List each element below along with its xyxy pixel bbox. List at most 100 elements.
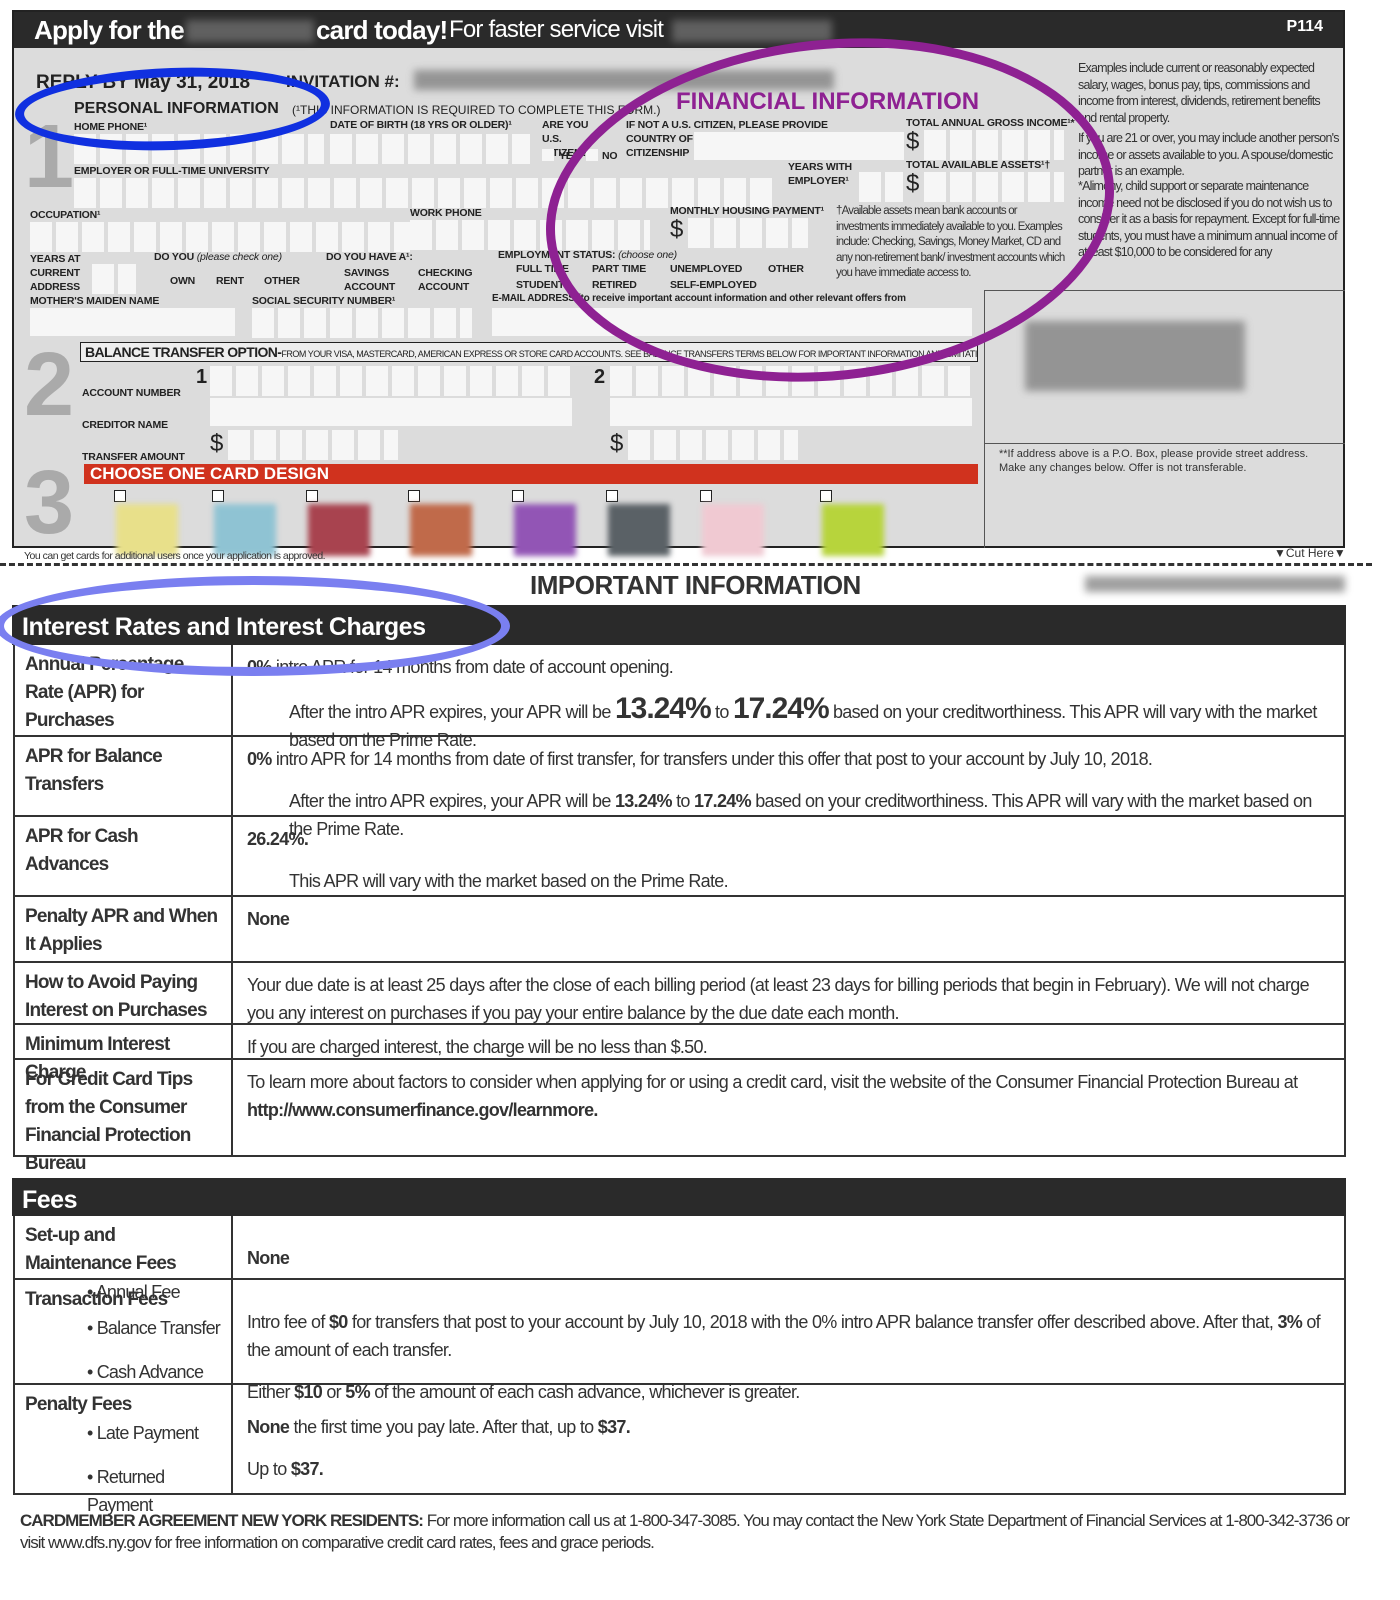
account-number-2-input[interactable]	[610, 366, 972, 396]
additional-users-note: You can get cards for additional users o…	[24, 550, 326, 562]
income-label: TOTAL ANNUAL GROSS INCOME¹*	[906, 117, 1075, 129]
row-label: APR for Balance Transfers	[15, 737, 233, 815]
years-employer-label: YEARS WITH EMPLOYER¹	[788, 161, 852, 187]
other-employment-option[interactable]: OTHER	[768, 262, 804, 276]
card-design-checkbox[interactable]	[820, 490, 832, 502]
invitation-label: INVITATION #:	[286, 72, 400, 91]
citizen-yes-checkbox[interactable]	[542, 149, 554, 161]
row-value: If you are charged interest, the charge …	[233, 1025, 1344, 1058]
row-value: None the first time you pay late. After …	[233, 1385, 1344, 1493]
self-employed-option[interactable]: SELF-EMPLOYED	[670, 278, 757, 292]
home-phone-input[interactable]	[74, 134, 324, 164]
text-segment: After the intro APR expires, your APR wi…	[289, 791, 615, 811]
country-input[interactable]	[694, 132, 904, 160]
income-note-3: *Alimony, child support or separate main…	[1078, 179, 1340, 259]
text-segment: to	[710, 702, 733, 722]
row-label: Set-up and Maintenance Fees • Annual Fee	[15, 1216, 233, 1302]
row-sublabel: • Cash Advance	[87, 1362, 204, 1382]
text-segment: This APR will vary with the market based…	[289, 871, 729, 891]
apply-title: Apply for the	[34, 15, 185, 45]
cut-line	[0, 563, 1372, 566]
footer-note: CARDMEMBER AGREEMENT NEW YORK RESIDENTS:…	[20, 1510, 1360, 1554]
not-citizen-label: IF NOT A U.S. CITIZEN, PLEASE PROVIDE	[626, 119, 828, 131]
dob-input[interactable]	[330, 134, 530, 164]
email-label: E-MAIL ADDRESS (to receive important acc…	[492, 293, 906, 304]
dollar-sign: $	[610, 430, 624, 457]
account-number-1-input[interactable]	[210, 366, 570, 396]
no-label: NO	[602, 150, 618, 162]
email-input[interactable]	[492, 308, 972, 336]
assets-input[interactable]	[924, 172, 1064, 202]
row-label-text: Penalty APR and When It Applies	[25, 906, 218, 955]
occupation-input[interactable]	[30, 222, 410, 252]
full-time-option[interactable]: FULL TIME	[516, 262, 569, 276]
card-design-checkbox[interactable]	[606, 490, 618, 502]
card-design-checkbox[interactable]	[512, 490, 524, 502]
occupation-label: OCCUPATION¹	[30, 209, 101, 221]
years-address-input[interactable]	[92, 264, 136, 294]
row-sublabel: • Late Payment	[87, 1423, 199, 1443]
text-segment: Up to	[247, 1459, 291, 1479]
section-2-number: 2	[24, 335, 75, 435]
text-segment: the first time you pay late. After that,…	[289, 1417, 598, 1437]
other-option[interactable]: OTHER	[264, 274, 300, 288]
dob-label: DATE OF BIRTH (18 YRS OR OLDER)¹	[330, 119, 512, 131]
row-label: How to Avoid Paying Interest on Purchase…	[15, 963, 233, 1023]
housing-input[interactable]	[688, 218, 808, 248]
bold-value: 0%	[247, 749, 272, 769]
important-info-title: IMPORTANT INFORMATION	[530, 570, 861, 600]
row-value-line: Up to $37.	[247, 1455, 1330, 1483]
yes-label: YES	[559, 150, 580, 162]
card-design-checkbox[interactable]	[212, 490, 224, 502]
transfer-amount-2-input[interactable]	[628, 430, 798, 460]
row-label-text: APR for Balance Transfers	[25, 746, 163, 795]
row-value: 0% intro APR for 14 months from date of …	[233, 645, 1344, 750]
address-note: **If address above is a P.O. Box, please…	[999, 448, 1309, 474]
bold-value: $37.	[290, 1459, 324, 1479]
home-phone-label: HOME PHONE¹	[74, 121, 148, 133]
unemployed-option[interactable]: UNEMPLOYED	[670, 262, 742, 276]
own-option[interactable]: OWN	[170, 274, 195, 288]
row-sublabel: • Balance Transfer	[87, 1318, 221, 1338]
part-time-option[interactable]: PART TIME	[592, 262, 646, 276]
creditor-name-2-input[interactable]	[610, 398, 972, 426]
savings-option[interactable]: SAVINGS ACCOUNT	[344, 266, 395, 294]
dollar-sign: $	[670, 216, 684, 243]
student-option[interactable]: STUDENT	[516, 278, 564, 292]
work-phone-input[interactable]	[410, 220, 650, 250]
row-label: APR for Cash Advances	[15, 817, 233, 895]
transfer-amount-label: TRANSFER AMOUNT	[82, 451, 185, 463]
ssn-label: SOCIAL SECURITY NUMBER¹	[252, 295, 396, 307]
row-label: Minimum Interest Charge	[15, 1025, 233, 1083]
card-design-checkbox[interactable]	[306, 490, 318, 502]
checking-option[interactable]: CHECKING ACCOUNT	[418, 266, 474, 294]
card-design-checkbox[interactable]	[700, 490, 712, 502]
balance-transfer-header: BALANCE TRANSFER OPTION-FROM YOUR VISA, …	[80, 342, 978, 362]
country-label: COUNTRY OF CITIZENSHIP	[626, 133, 693, 159]
row-label: Annual Percentage Rate (APR) for Purchas…	[15, 645, 233, 735]
years-employer-input[interactable]	[859, 172, 903, 202]
row-label-text: Set-up and Maintenance Fees	[25, 1225, 177, 1274]
financial-info-title: FINANCIAL INFORMATION	[676, 88, 980, 115]
transfer-amount-1-input[interactable]	[228, 430, 398, 460]
income-note-1: Examples include current or reasonably e…	[1078, 61, 1321, 125]
card-design-checkbox[interactable]	[114, 490, 126, 502]
income-input[interactable]	[924, 130, 1064, 160]
table-row: How to Avoid Paying Interest on Purchase…	[15, 963, 1344, 1025]
row-label: For Credit Card Tips from the Consumer F…	[15, 1060, 233, 1174]
personal-info-title: PERSONAL INFORMATION	[74, 100, 279, 117]
card-design-swatch	[702, 504, 764, 556]
table-row: For Credit Card Tips from the Consumer F…	[15, 1060, 1344, 1174]
bold-value: None	[247, 1417, 290, 1437]
creditor-name-1-input[interactable]	[210, 398, 572, 426]
redacted-url	[672, 20, 832, 42]
citizen-no-checkbox[interactable]	[586, 149, 598, 161]
ssn-input[interactable]	[252, 308, 472, 338]
employer-input[interactable]	[74, 178, 774, 208]
rent-option[interactable]: RENT	[216, 274, 244, 288]
assets-note: †Available assets mean bank accounts or …	[836, 205, 1065, 279]
retired-option[interactable]: RETIRED	[592, 278, 637, 292]
maiden-name-input[interactable]	[30, 308, 235, 336]
card-design-swatch	[410, 504, 472, 556]
card-design-checkbox[interactable]	[408, 490, 420, 502]
